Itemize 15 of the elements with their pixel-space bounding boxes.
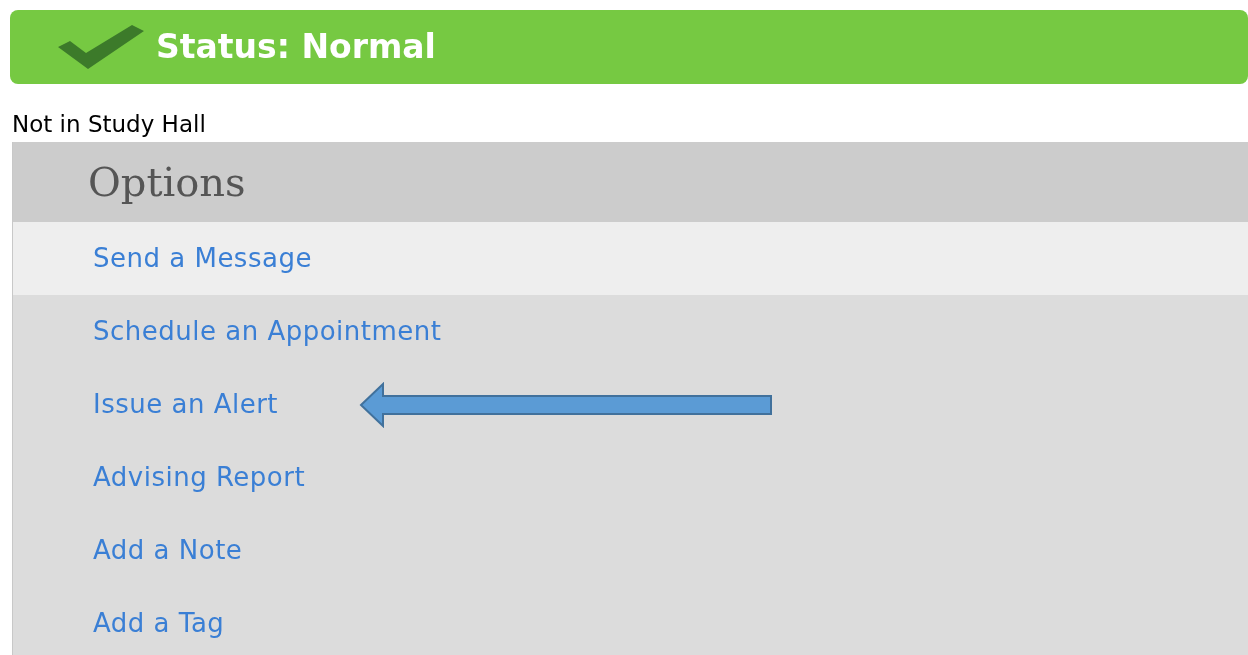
- option-link[interactable]: Add a Tag: [93, 604, 225, 643]
- study-hall-text: Not in Study Hall: [12, 110, 206, 138]
- option-row[interactable]: Add a Note: [13, 514, 1248, 587]
- options-title: Options: [88, 158, 246, 207]
- option-link[interactable]: Schedule an Appointment: [93, 312, 442, 351]
- option-row[interactable]: Add a Tag: [13, 587, 1248, 655]
- option-row[interactable]: Send a Message: [13, 222, 1248, 295]
- status-label: Status: Normal: [156, 26, 436, 69]
- option-link[interactable]: Send a Message: [93, 239, 312, 278]
- option-row[interactable]: Issue an Alert: [13, 368, 1248, 441]
- option-row[interactable]: Advising Report: [13, 441, 1248, 514]
- option-link[interactable]: Add a Note: [93, 531, 243, 570]
- option-link[interactable]: Advising Report: [93, 458, 306, 497]
- option-row[interactable]: Schedule an Appointment: [13, 295, 1248, 368]
- option-link[interactable]: Issue an Alert: [93, 385, 279, 424]
